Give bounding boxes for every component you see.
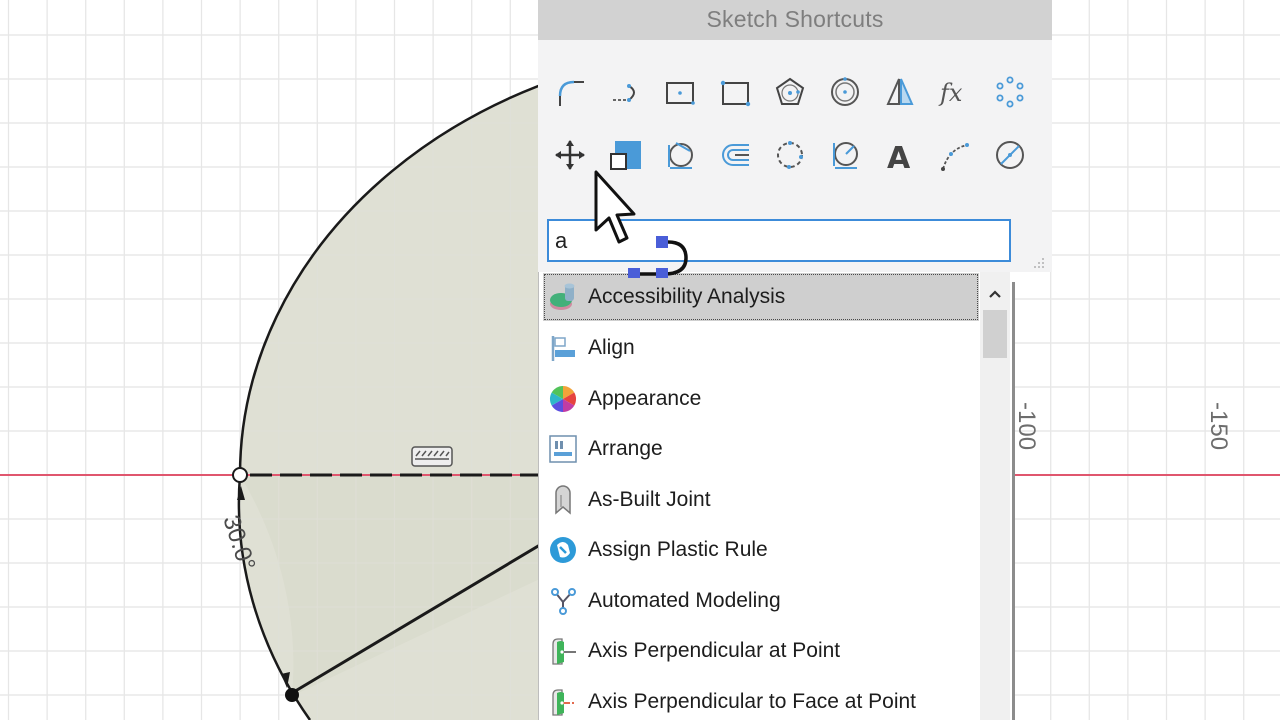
- list-item-align[interactable]: Align: [543, 325, 979, 371]
- item-label: As-Built Joint: [588, 488, 711, 511]
- sketch-point-open[interactable]: [232, 467, 248, 483]
- drag-connector-icon: [628, 236, 688, 278]
- assign-plastic-rule-icon: [550, 537, 576, 563]
- tool-move-copy[interactable]: [548, 133, 592, 177]
- automated-modeling-icon: [551, 588, 576, 615]
- list-item-automated-modeling[interactable]: Automated Modeling: [543, 578, 979, 624]
- parameters-fx-icon: fx: [938, 79, 963, 107]
- item-label: Assign Plastic Rule: [588, 538, 768, 561]
- tool-2pt-circle[interactable]: [988, 133, 1032, 177]
- scroll-up-button[interactable]: [980, 280, 1010, 308]
- item-label: Automated Modeling: [588, 589, 781, 612]
- spline-icon: [941, 143, 969, 171]
- move-icon: [555, 140, 585, 170]
- two-point-rectangle-icon: [720, 80, 751, 107]
- tool-2pt-rectangle[interactable]: [713, 70, 757, 114]
- panel-title[interactable]: Sketch Shortcuts: [538, 0, 1052, 40]
- scroll-thumb[interactable]: [983, 310, 1007, 358]
- tool-fillet[interactable]: [548, 70, 592, 114]
- arrange-icon: [549, 435, 577, 463]
- tool-tangent-circle[interactable]: [658, 133, 702, 177]
- tool-sketch-scale[interactable]: [603, 133, 647, 177]
- two-point-circle-icon: [996, 141, 1024, 169]
- as-built-joint-icon: [555, 485, 571, 515]
- three-point-circle-icon: [777, 141, 803, 169]
- offset-circle-icon: [831, 77, 859, 106]
- svg-text:fx: fx: [938, 79, 963, 107]
- appearance-icon: [549, 385, 577, 413]
- item-label: Arrange: [588, 437, 663, 460]
- command-suggestion-list[interactable]: Accessibility Analysis Align Appearance …: [538, 272, 1013, 720]
- tool-circle[interactable]: [823, 70, 867, 114]
- list-item-appearance[interactable]: Appearance: [543, 376, 979, 422]
- tool-text[interactable]: A: [878, 133, 922, 177]
- tool-spline[interactable]: [933, 133, 977, 177]
- align-icon: [551, 336, 575, 361]
- tool-change-parameters[interactable]: fx: [933, 70, 977, 114]
- list-item-axis-perpendicular-point[interactable]: Axis Perpendicular at Point: [543, 628, 979, 674]
- two-tangent-circle-icon: [833, 142, 858, 169]
- tool-center-rectangle[interactable]: [658, 70, 702, 114]
- center-rectangle-icon: [666, 82, 695, 105]
- svg-text:A: A: [887, 141, 911, 176]
- item-label: Align: [588, 336, 635, 359]
- axis-perpendicular-point-icon: [552, 638, 576, 665]
- horizontal-constraint-icon[interactable]: [411, 446, 453, 467]
- accessibility-analysis-icon: [550, 283, 575, 310]
- list-item-accessibility-analysis[interactable]: Accessibility Analysis: [543, 273, 979, 321]
- fillet-icon: [558, 80, 584, 106]
- tool-polygon[interactable]: [768, 70, 812, 114]
- conic-curve-icon: [613, 84, 635, 102]
- list-item-arrange[interactable]: Arrange: [543, 426, 979, 472]
- scale-icon: [610, 141, 641, 170]
- item-label: Accessibility Analysis: [588, 285, 786, 308]
- tool-conic-curve[interactable]: [603, 70, 647, 114]
- item-label: Appearance: [588, 387, 702, 410]
- item-label: Axis Perpendicular at Point: [588, 639, 841, 662]
- list-item-axis-perpendicular-face[interactable]: Axis Perpendicular to Face at Point: [543, 679, 979, 720]
- circular-pattern-icon: [996, 76, 1024, 108]
- tool-circular-pattern[interactable]: [988, 70, 1032, 114]
- tool-offset[interactable]: [713, 133, 757, 177]
- list-item-as-built-joint[interactable]: As-Built Joint: [543, 477, 979, 523]
- tangent-circle-icon: [668, 142, 693, 169]
- axis-perpendicular-face-icon: [552, 689, 576, 716]
- sketch-point-fixed[interactable]: [285, 688, 299, 702]
- list-scrollbar[interactable]: [980, 272, 1010, 720]
- mirror-icon: [886, 78, 914, 105]
- list-item-assign-plastic-rule[interactable]: Assign Plastic Rule: [543, 527, 979, 573]
- tool-3pt-circle[interactable]: [768, 133, 812, 177]
- shortcut-search-input[interactable]: [547, 219, 1011, 262]
- tool-2-tangent-circle[interactable]: [823, 133, 867, 177]
- chevron-up-icon: [989, 290, 1001, 298]
- item-label: Axis Perpendicular to Face at Point: [588, 690, 917, 713]
- polygon-icon: [775, 77, 805, 105]
- list-border: [1012, 282, 1015, 720]
- axis-label-neg150: -150: [1205, 402, 1232, 451]
- resize-grip-icon[interactable]: [1032, 256, 1046, 270]
- text-icon: A: [887, 141, 911, 176]
- axis-label-neg100: -100: [1013, 402, 1040, 451]
- tool-mirror[interactable]: [878, 70, 922, 114]
- offset-icon: [722, 144, 749, 166]
